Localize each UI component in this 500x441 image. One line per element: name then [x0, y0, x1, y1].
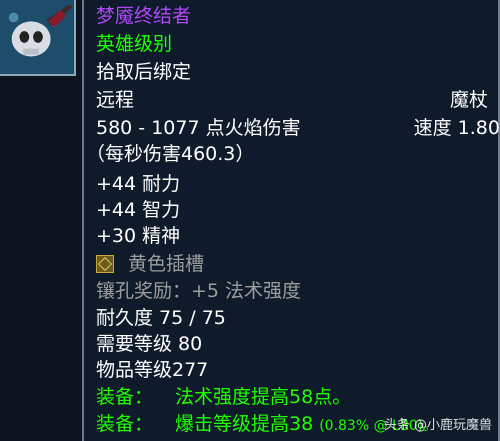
damage-row: 580 - 1077 点火焰伤害 速度 1.80	[96, 116, 500, 140]
watermark: 头条 @小鹿玩魔兽	[383, 418, 492, 433]
equip-effect-spellpower: 装备： 法术强度提高58点。	[96, 386, 352, 408]
slot-row: 远程 魔杖	[96, 88, 488, 112]
item-type: 魔杖	[449, 89, 488, 111]
item-quality: 英雄级别	[96, 33, 173, 55]
stat-intellect: +44 智力	[96, 199, 181, 221]
item-binding: 拾取后绑定	[96, 61, 192, 83]
socket-row: 黄色插槽	[96, 252, 204, 276]
stat-stamina: +44 耐力	[96, 173, 181, 195]
socket-bonus: 镶孔奖励：+5 法术强度	[96, 280, 302, 302]
item-slot: 远程	[96, 89, 135, 111]
item-damage: 580 - 1077 点火焰伤害	[96, 117, 301, 139]
yellow-socket-icon	[96, 255, 114, 273]
item-tooltip: 梦魇终结者 英雄级别 拾取后绑定 远程 魔杖 580 - 1077 点火焰伤害 …	[82, 0, 500, 441]
required-level: 需要等级 80	[96, 333, 203, 355]
screen: 梦魇终结者 英雄级别 拾取后绑定 远程 魔杖 580 - 1077 点火焰伤害 …	[0, 0, 500, 441]
item-dps: （每秒伤害460.3）	[86, 143, 255, 165]
stat-spirit: +30 精神	[96, 225, 181, 247]
item-speed: 速度 1.80	[413, 117, 500, 139]
socket-label: 黄色插槽	[128, 253, 205, 275]
item-level: 物品等级277	[96, 359, 209, 381]
skull-wand-icon[interactable]	[0, 0, 76, 76]
item-name: 梦魇终结者	[96, 5, 192, 27]
durability: 耐久度 75 / 75	[96, 307, 226, 329]
